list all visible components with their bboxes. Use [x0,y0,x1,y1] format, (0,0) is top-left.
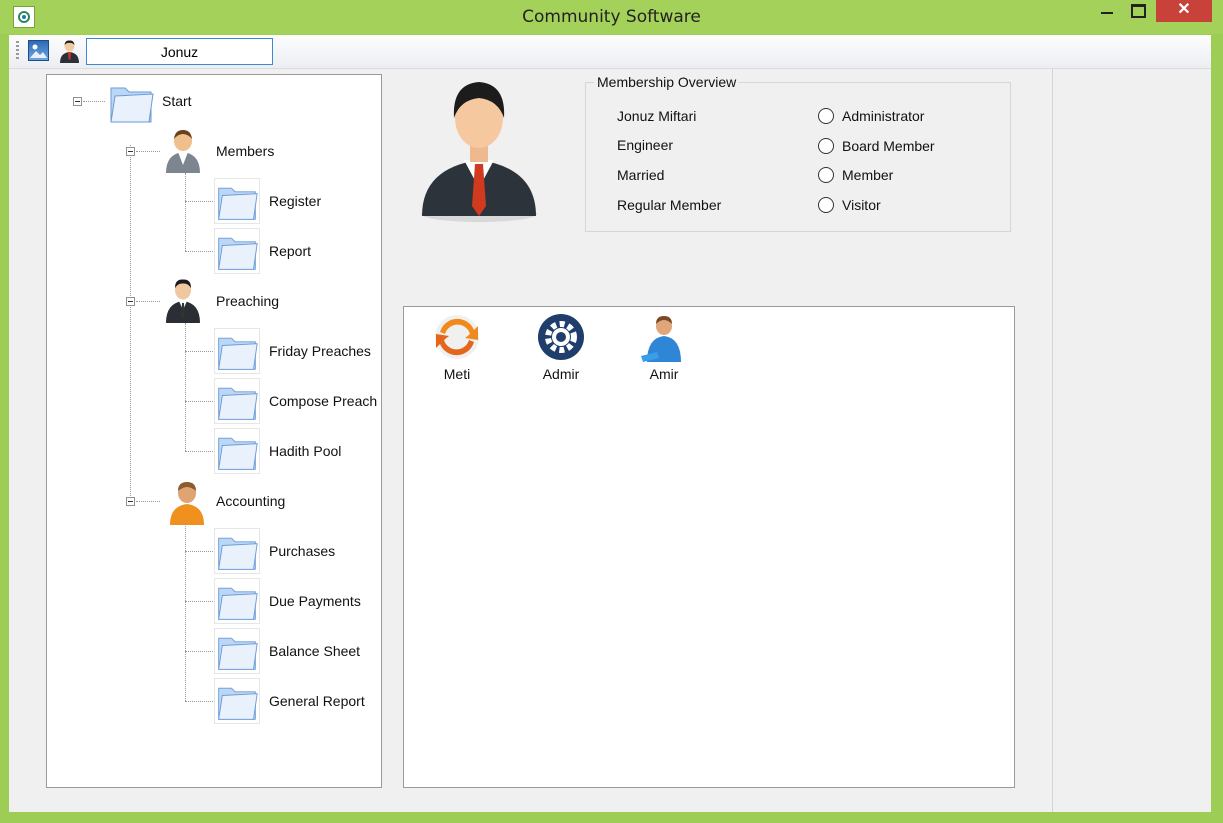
minimize-button[interactable] [1094,0,1120,22]
accounting-toggle[interactable] [126,497,135,506]
tree-connector [136,301,160,302]
report-folder-icon [214,228,260,274]
tree-node-members[interactable]: Members [216,143,274,159]
members-toggle[interactable] [126,147,135,156]
user-blue-icon[interactable] [639,312,689,362]
member-name: Jonuz Miftari [617,108,697,124]
member-type: Regular Member [617,197,722,213]
person-orange-icon [167,479,207,525]
member-marital-status: Married [617,167,665,183]
tree-node-preaching[interactable]: Preaching [216,293,279,309]
purchases-folder-icon [214,528,260,574]
general-report-folder-icon [214,678,260,724]
board-member-radio[interactable] [818,138,834,154]
tree-connector [185,451,213,452]
tree-node-accounting[interactable]: Accounting [216,493,285,509]
tree-connector [185,651,213,652]
close-button[interactable]: ✕ [1156,0,1212,22]
tree-node-friday-preaches[interactable]: Friday Preaches [269,343,371,359]
administrator-radio-label[interactable]: Administrator [842,108,924,124]
friday-preaches-folder-icon [214,328,260,374]
member-list-view[interactable]: Meti Admir Amir [403,306,1015,788]
tree-connector [185,551,213,552]
user-icon[interactable] [58,39,81,63]
compose-preach-folder-icon [214,378,260,424]
window-title: Community Software [522,7,701,27]
board-member-radio-label[interactable]: Board Member [842,138,935,154]
panel-divider [1052,68,1053,812]
tree-connector [136,501,160,502]
due-payments-folder-icon [214,578,260,624]
tree-connector [185,173,186,251]
tree-node-report[interactable]: Report [269,243,311,259]
tree-connector [185,701,213,702]
list-item-admir[interactable]: Admir [521,366,601,382]
close-icon: ✕ [1177,1,1191,18]
tree-connector [185,351,213,352]
tree-connector [185,323,186,451]
start-toggle[interactable] [73,97,82,106]
tree-connector [185,201,213,202]
tree-node-hadith-pool[interactable]: Hadith Pool [269,443,341,459]
membership-overview-title: Membership Overview [594,74,740,90]
member-radio-label[interactable]: Member [842,167,893,183]
list-item-amir[interactable]: Amir [624,366,704,382]
tree-node-balance-sheet[interactable]: Balance Sheet [269,643,360,659]
toolbar-grip[interactable] [16,41,19,59]
minimize-icon [1101,12,1113,14]
tree-connector [185,401,213,402]
balance-sheet-folder-icon [214,628,260,674]
register-folder-icon [214,178,260,224]
image-icon[interactable] [28,40,49,61]
tree-node-register[interactable]: Register [269,193,321,209]
tree-connector [136,151,160,152]
visitor-radio[interactable] [818,197,834,213]
list-item-meti[interactable]: Meti [417,366,497,382]
tree-connector [130,145,131,502]
preaching-toggle[interactable] [126,297,135,306]
tree-connector [83,101,105,102]
suited-person-icon [163,277,203,323]
gear-icon[interactable] [536,312,586,362]
member-profession: Engineer [617,137,674,153]
maximize-icon [1131,4,1146,18]
member-radio[interactable] [818,167,834,183]
tree-node-due-payments[interactable]: Due Payments [269,593,361,609]
tree-connector [185,251,213,252]
sync-orange-icon[interactable] [432,312,482,362]
tree-connector [185,601,213,602]
search-input[interactable] [86,38,273,65]
tree-node-purchases[interactable]: Purchases [269,543,335,559]
hadith-pool-folder-icon [214,428,260,474]
maximize-button[interactable] [1124,0,1150,22]
administrator-radio[interactable] [818,108,834,124]
visitor-radio-label[interactable]: Visitor [842,197,881,213]
member-avatar [412,76,542,226]
tree-node-start[interactable]: Start [162,93,192,109]
tree-connector [185,523,186,701]
start-folder-icon [107,78,155,126]
person-icon [163,127,203,173]
tree-node-compose-preach[interactable]: Compose Preach [269,393,377,409]
navigation-tree[interactable]: Start Members Register Report Preaching … [46,74,382,788]
tree-node-general-report[interactable]: General Report [269,693,365,709]
